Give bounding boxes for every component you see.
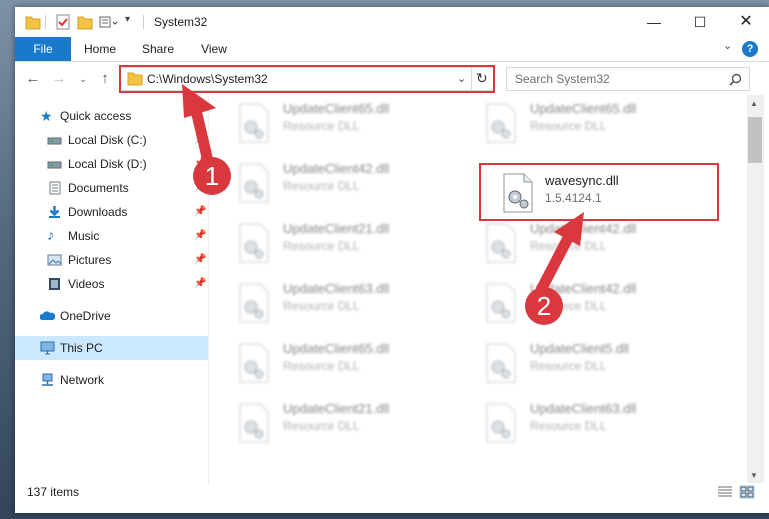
pin-icon[interactable]: 📌: [194, 248, 206, 272]
file-highlight-box: [479, 163, 719, 221]
tab-share[interactable]: Share: [135, 37, 181, 61]
file-item[interactable]: UpdateClient5.dll Resource DLL: [462, 335, 692, 391]
music-icon: ♪: [47, 227, 55, 244]
file-item[interactable]: UpdateClient42.dll Resource DLL: [215, 155, 445, 211]
large-icons-view-icon[interactable]: [739, 485, 755, 499]
dll-file-icon: [239, 163, 269, 203]
file-item[interactable]: UpdateClient65.dll Resource DLL: [462, 95, 692, 151]
network-icon: [42, 373, 53, 386]
tab-view[interactable]: View: [193, 37, 235, 61]
ribbon: [15, 37, 769, 62]
star-icon: ★: [40, 108, 53, 124]
pin-icon[interactable]: 📌: [194, 128, 206, 152]
folder-icon: [25, 16, 41, 30]
nav-downloads[interactable]: Downloads 📌: [15, 200, 209, 224]
help-icon[interactable]: ?: [742, 41, 758, 57]
nav-music[interactable]: ♪ Music 📌: [15, 224, 209, 248]
dll-file-icon: [239, 223, 269, 263]
nav-quick-access[interactable]: ★ Quick access: [15, 104, 209, 128]
nav-pictures[interactable]: Pictures 📌: [15, 248, 209, 272]
tab-home[interactable]: Home: [77, 37, 123, 61]
drive-icon: [47, 137, 62, 145]
dll-file-icon: [239, 283, 269, 323]
scrollbar-thumb[interactable]: [748, 117, 762, 163]
drive-icon: [47, 161, 62, 169]
dll-file-icon: [239, 103, 269, 143]
file-item[interactable]: UpdateClient21.dll Resource DLL: [215, 395, 445, 451]
nav-network[interactable]: Network: [15, 368, 209, 392]
pin-icon[interactable]: 📌: [194, 272, 206, 296]
pane-divider: [208, 95, 209, 485]
file-item[interactable]: UpdateClient63.dll Resource DLL: [462, 395, 692, 451]
navigation-pane: ★ Quick access Local Disk (C:) 📌 Local D…: [15, 99, 209, 487]
dll-file-icon: [486, 103, 516, 143]
file-item[interactable]: UpdateClient65.dll Resource DLL: [215, 95, 445, 151]
dll-file-icon: [486, 343, 516, 383]
qat-separator: [45, 15, 46, 29]
customize-qat-icon[interactable]: [99, 13, 119, 31]
address-highlight-box: [119, 65, 495, 93]
new-folder-icon[interactable]: [77, 13, 93, 31]
nav-documents[interactable]: Documents 📌: [15, 176, 209, 200]
nav-local-disk-c[interactable]: Local Disk (C:) 📌: [15, 128, 209, 152]
pictures-icon: [47, 254, 62, 266]
properties-icon[interactable]: [55, 13, 71, 31]
forward-icon[interactable]: →: [49, 69, 69, 89]
file-item[interactable]: UpdateClient21.dll Resource DLL: [215, 215, 445, 271]
videos-icon: [49, 278, 60, 290]
nav-onedrive[interactable]: OneDrive: [15, 304, 209, 328]
search-box[interactable]: Search System32: [506, 67, 750, 91]
pin-icon[interactable]: 📌: [194, 224, 206, 248]
title-separator: [143, 15, 144, 29]
file-item[interactable]: UpdateClient42.dll Resource DLL: [462, 215, 692, 271]
maximize-icon[interactable]: ☐: [677, 7, 723, 37]
file-item[interactable]: UpdateClient65.dll Resource DLL: [215, 335, 445, 391]
details-view-icon[interactable]: [717, 485, 733, 499]
recent-locations-icon[interactable]: ⌄: [73, 69, 93, 89]
nav-local-disk-d[interactable]: Local Disk (D:) 📌: [15, 152, 209, 176]
dll-file-icon: [239, 343, 269, 383]
step-badge-2: 2: [525, 287, 563, 325]
ribbon-expand-icon[interactable]: ⌄: [723, 39, 732, 52]
close-icon[interactable]: ✕: [723, 7, 769, 37]
nav-videos[interactable]: Videos 📌: [15, 272, 209, 296]
status-item-count: 137 items: [27, 485, 80, 499]
tab-file[interactable]: File: [15, 37, 71, 61]
computer-icon: [40, 341, 55, 355]
onedrive-icon: [40, 311, 55, 320]
window-title: System32: [154, 15, 208, 29]
up-icon[interactable]: ↑: [95, 69, 115, 89]
scroll-down-icon[interactable]: ▼: [750, 471, 758, 480]
pin-icon[interactable]: 📌: [194, 200, 206, 224]
dll-file-icon: [486, 403, 516, 443]
search-input[interactable]: Search System32: [515, 72, 610, 86]
scroll-up-icon[interactable]: ▲: [750, 99, 758, 108]
downloads-icon: [49, 206, 60, 218]
minimize-icon[interactable]: —: [631, 7, 677, 37]
qat-dropdown-icon[interactable]: ▾: [125, 14, 130, 32]
dll-file-icon: [486, 283, 516, 323]
title-bar: ▾ System32 — ☐ ✕: [15, 7, 769, 37]
step-badge-1: 1: [193, 157, 231, 195]
file-item[interactable]: UpdateClient63.dll Resource DLL: [215, 275, 445, 331]
search-icon[interactable]: [729, 73, 742, 86]
file-item[interactable]: UpdateClient42.dll Resource DLL: [462, 275, 692, 331]
nav-this-pc[interactable]: This PC: [15, 336, 209, 360]
documents-icon: [49, 181, 61, 195]
file-list: UpdateClient65.dll Resource DLL UpdateCl…: [215, 95, 745, 483]
back-icon[interactable]: ←: [23, 69, 43, 89]
dll-file-icon: [239, 403, 269, 443]
dll-file-icon: [486, 223, 516, 263]
